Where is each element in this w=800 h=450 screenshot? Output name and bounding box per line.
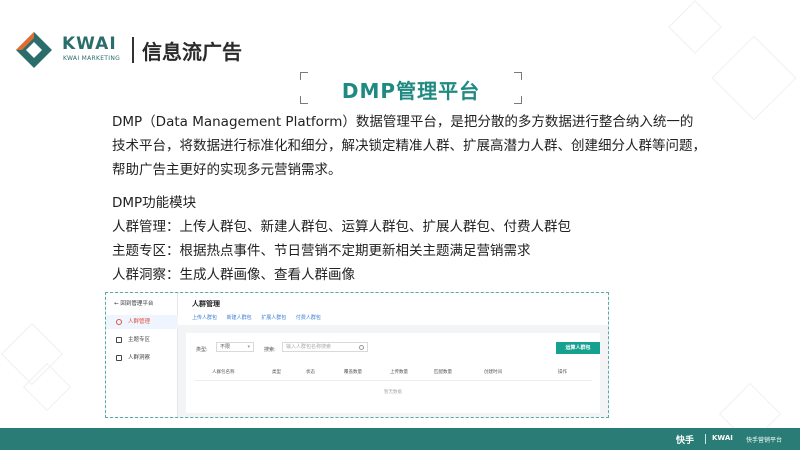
module-item: 人群管理：上传人群包、新建人群包、运算人群包、扩展人群包、付费人群包 — [112, 219, 571, 235]
dmp-sidebar: ← 回到管理平台 人群管理 主题专区 人群洞察 — [106, 293, 178, 417]
grid-icon — [116, 337, 122, 343]
sidebar-item-insight[interactable]: 人群洞察 — [106, 351, 178, 365]
slide-title: DMP管理平台 — [341, 79, 481, 103]
table-header: 人群包名称 类型 状态 覆盖数量 上传数量 匹配数量 创建时间 操作 — [194, 363, 592, 381]
module-item: 人群洞察：生成人群画像、查看人群画像 — [112, 267, 355, 283]
column-header: 人群包名称 — [212, 370, 235, 375]
column-header: 操作 — [558, 370, 567, 375]
dmp-panel: 类型: 不限 搜索: 输入人群包名称搜索 运算人群包 人群包名称 类型 状态 覆… — [186, 333, 600, 413]
column-header[interactable]: 匹配数量 — [434, 369, 452, 375]
chart-icon — [116, 355, 122, 361]
page-title: 人群管理 — [192, 300, 220, 308]
tab-upload[interactable]: 上传人群包 — [192, 315, 217, 321]
column-header: 类型 — [272, 370, 281, 375]
compute-crowd-button[interactable]: 运算人群包 — [556, 342, 600, 354]
footer-divider — [705, 434, 706, 444]
column-header[interactable]: 上传数量 — [390, 369, 408, 375]
search-input[interactable]: 输入人群包名称搜索 — [282, 342, 368, 352]
tab-new[interactable]: 新建人群包 — [227, 315, 252, 321]
user-icon — [116, 319, 122, 325]
modules-title: DMP功能模块 — [112, 195, 197, 211]
footer-tagline: 快手营销平台 — [746, 437, 783, 444]
sidebar-item-topic[interactable]: 主题专区 — [106, 333, 178, 347]
search-icon — [359, 345, 364, 350]
action-links: 上传人群包 新建人群包 扩展人群包 付费人群包 — [192, 314, 329, 321]
deco-diamond — [668, 0, 722, 54]
column-header[interactable]: 状态 — [306, 369, 315, 375]
sidebar-item-label: 人群洞察 — [128, 355, 151, 361]
module-item: 主题专区：根据热点事件、节日营销不定期更新相关主题满足营销需求 — [112, 243, 531, 259]
intro-line: DMP（Data Management Platform）数据管理平台，是把分散… — [112, 114, 694, 130]
back-link[interactable]: ← 回到管理平台 — [114, 299, 153, 307]
sidebar-item-crowd-manage[interactable]: 人群管理 — [106, 315, 178, 329]
intro-line: 帮助广告主更好的实现多元营销需求。 — [112, 162, 342, 178]
tab-extend[interactable]: 扩展人群包 — [261, 315, 286, 321]
type-filter-label: 类型: — [196, 347, 208, 353]
kuaishou-logo: 快手 — [676, 436, 695, 446]
dmp-screenshot: ← 回到管理平台 人群管理 主题专区 人群洞察 人群管理 上传人群包 新建人群包 — [105, 292, 609, 418]
sidebar-item-label: 主题专区 — [128, 337, 151, 343]
search-label: 搜索: — [264, 347, 276, 353]
header-logo: KWAI KWAI MARKETING 信息流广告 — [12, 28, 242, 72]
section-title: 信息流广告 — [142, 40, 242, 64]
kwai-logo-icon — [16, 32, 52, 68]
logo-subtitle: KWAI MARKETING — [63, 55, 121, 62]
tab-paid[interactable]: 付费人群包 — [296, 315, 321, 321]
intro-line: 技术平台，将数据进行标准化和细分，解决锁定精准人群、扩展高潜力人群、创建细分人群… — [112, 138, 706, 154]
type-select[interactable]: 不限 — [216, 342, 254, 352]
logo-text: KWAI — [62, 34, 117, 54]
column-header: 创建时间 — [484, 370, 502, 375]
modules-list: DMP功能模块 人群管理：上传人群包、新建人群包、运算人群包、扩展人群包、付费人… — [112, 191, 712, 287]
sidebar-item-label: 人群管理 — [128, 319, 151, 325]
dmp-main-header: 人群管理 上传人群包 新建人群包 扩展人群包 付费人群包 — [178, 293, 608, 325]
logo-divider — [132, 37, 134, 63]
dmp-main: 人群管理 上传人群包 新建人群包 扩展人群包 付费人群包 类型: 不限 搜索: … — [178, 293, 608, 417]
kwai-footer-logo: KWAI — [712, 434, 733, 442]
intro-paragraph: DMP（Data Management Platform）数据管理平台，是把分散… — [112, 110, 712, 182]
footer-bar: 快手 KWAI 快手营销平台 — [0, 428, 800, 450]
slide: KWAI KWAI MARKETING 信息流广告 DMP管理平台 DMP（Da… — [0, 0, 800, 450]
empty-state: 暂无数据 — [384, 390, 402, 395]
slide-title-frame: DMP管理平台 — [300, 72, 522, 104]
column-header[interactable]: 覆盖数量 — [344, 369, 362, 375]
deco-diamond — [711, 35, 797, 121]
